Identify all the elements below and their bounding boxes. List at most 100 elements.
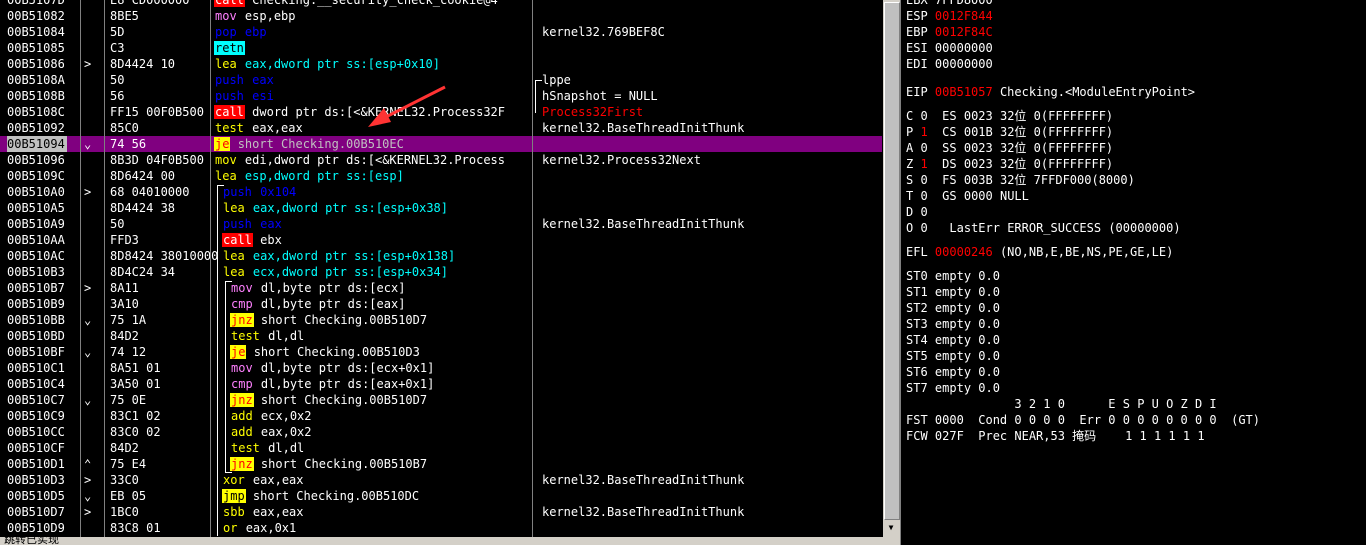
address-cell[interactable]: 00B510AA <box>7 232 65 248</box>
instruction-cell[interactable]: lea eax,dword ptr ss:[esp+0x38] <box>222 200 448 216</box>
flag-segment-row[interactable]: T 0 GS 0000 NULL <box>906 188 1029 204</box>
instruction-cell[interactable]: push esi <box>214 88 274 104</box>
register-efl[interactable]: EFL 00000246 (NO,NB,E,BE,NS,PE,GE,LE) <box>906 244 1173 260</box>
disasm-row[interactable]: 00B510CC 83C0 02 add eax,0x2 <box>0 424 882 440</box>
instruction-cell[interactable]: sbb eax,eax <box>222 504 304 520</box>
disasm-row[interactable]: 00B510B7 >8A11 mov dl,byte ptr ds:[ecx] <box>0 280 882 296</box>
address-cell[interactable]: 00B5107D <box>7 0 65 8</box>
instruction-cell[interactable]: push 0x104 <box>222 184 296 200</box>
address-cell[interactable]: 00B510C7 <box>7 392 65 408</box>
fpu-register[interactable]: ST2 empty 0.0 <box>906 300 1000 316</box>
hex-bytes-cell[interactable]: 8A51 01 <box>110 360 161 376</box>
fpu-flags-header[interactable]: 3 2 1 0 E S P U O Z D I <box>906 396 1216 412</box>
address-cell[interactable]: 00B510D7 <box>7 504 65 520</box>
hex-bytes-cell[interactable]: 84D2 <box>110 328 139 344</box>
instruction-cell[interactable]: lea ecx,dword ptr ss:[esp+0x34] <box>222 264 448 280</box>
disasm-row[interactable]: 00B510D9 83C8 01 or eax,0x1 <box>0 520 882 536</box>
flag-segment-row[interactable]: D 0 <box>906 204 942 220</box>
comment-cell[interactable]: kernel32.BaseThreadInitThunk <box>542 216 744 232</box>
instruction-cell[interactable]: jnz short Checking.00B510D7 <box>230 312 427 328</box>
address-cell[interactable]: 00B510A0 <box>7 184 65 200</box>
disasm-row[interactable]: 00B510B3 8D4C24 34 lea ecx,dword ptr ss:[e… <box>0 264 882 280</box>
address-cell[interactable]: 00B51085 <box>7 40 65 56</box>
disasm-row[interactable]: 00B51092 85C0 test eax,eax kernel32.BaseThr… <box>0 120 882 136</box>
disasm-row[interactable]: 00B5108B 56 push esi hSnapshot = NULL <box>0 88 882 104</box>
register-value[interactable]: empty 0.0 <box>935 333 1000 347</box>
fpu-register[interactable]: ST5 empty 0.0 <box>906 348 1000 364</box>
flag-value[interactable]: 1 <box>920 157 927 171</box>
address-cell[interactable]: 00B510D5 <box>7 488 65 504</box>
instruction-cell[interactable]: lea eax,dword ptr ss:[esp+0x138] <box>222 248 455 264</box>
segment-selector[interactable]: 0023 <box>964 109 993 123</box>
fpu-register[interactable]: ST7 empty 0.0 <box>906 380 1000 396</box>
disasm-row[interactable]: 00B51096 8B3D 04F0B500 mov edi,dword ptr d… <box>0 152 882 168</box>
hex-bytes-cell[interactable]: 83C1 02 <box>110 408 161 424</box>
instruction-cell[interactable]: mov dl,byte ptr ds:[ecx+0x1] <box>230 360 434 376</box>
hex-bytes-cell[interactable]: FFD3 <box>110 232 139 248</box>
fpu-status-word[interactable]: FST 0000 Cond 0 0 0 0 Err 0 0 0 0 0 0 0 … <box>906 412 1260 428</box>
comment-cell[interactable]: lppe <box>542 72 571 88</box>
hex-bytes-cell[interactable]: 8D4424 38 <box>110 200 175 216</box>
address-cell[interactable]: 00B51084 <box>7 24 65 40</box>
register-ebp[interactable]: EBP 0012F84C <box>906 24 993 40</box>
registers-pane[interactable]: EBX 7FFD8000 ESP 0012F844 EBP 0012F84C ESI … <box>901 0 1366 545</box>
instruction-cell[interactable]: retn <box>214 40 252 56</box>
hex-bytes-cell[interactable]: 8B3D 04F0B500 <box>110 152 204 168</box>
instruction-cell[interactable]: cmp dl,byte ptr ds:[eax] <box>230 296 405 312</box>
instruction-cell[interactable]: pop ebp <box>214 24 267 40</box>
instruction-cell[interactable]: jmp short Checking.00B510DC <box>222 488 419 504</box>
disasm-row[interactable]: 00B510AA FFD3 call ebx <box>0 232 882 248</box>
hex-bytes-cell[interactable]: 56 <box>110 88 124 104</box>
comment-cell[interactable]: kernel32.Process32Next <box>542 152 701 168</box>
hex-bytes-cell[interactable]: 68 04010000 <box>110 184 189 200</box>
disasm-row[interactable]: 00B510BD 84D2 test dl,dl <box>0 328 882 344</box>
address-cell[interactable]: 00B510CF <box>7 440 65 456</box>
disasm-row[interactable]: 00B510D7 >1BC0 sbb eax,eax kernel32.BaseThr… <box>0 504 882 520</box>
hex-bytes-cell[interactable]: 8D8424 38010000 <box>110 248 218 264</box>
instruction-cell[interactable]: cmp dl,byte ptr ds:[eax+0x1] <box>230 376 434 392</box>
address-cell[interactable]: 00B510D1 <box>7 456 65 472</box>
disasm-row[interactable]: 00B5108A 50 push eax lppe <box>0 72 882 88</box>
flag-value[interactable]: 0 <box>920 205 927 219</box>
disasm-row[interactable]: 00B510C1 8A51 01 mov dl,byte ptr ds:[ecx+0… <box>0 360 882 376</box>
disassembly-pane[interactable]: 00B5107D E8 CD000000 call Checking.__secur… <box>0 0 882 537</box>
instruction-cell[interactable]: je short Checking.00B510EC <box>214 136 404 152</box>
hex-bytes-cell[interactable]: 8BE5 <box>110 8 139 24</box>
instruction-cell[interactable]: mov dl,byte ptr ds:[ecx] <box>230 280 405 296</box>
flag-value[interactable]: 0 <box>920 109 927 123</box>
segment-selector[interactable]: 001B <box>964 125 993 139</box>
register-value[interactable]: 0012F84C <box>935 25 993 39</box>
scroll-down-arrow-icon[interactable]: ▼ <box>884 521 898 535</box>
disasm-row[interactable]: 00B510BF ⌄ 74 12 je short Checking.00B510D3 <box>0 344 882 360</box>
fpu-register[interactable]: ST3 empty 0.0 <box>906 316 1000 332</box>
hex-bytes-cell[interactable]: 84D2 <box>110 440 139 456</box>
instruction-cell[interactable]: push eax <box>214 72 274 88</box>
hex-bytes-cell[interactable]: C3 <box>110 40 124 56</box>
flag-segment-row[interactable]: A 0 SS 0023 32位 0(FFFFFFFF) <box>906 140 1113 156</box>
address-cell[interactable]: 00B510CC <box>7 424 65 440</box>
address-cell[interactable]: 00B51092 <box>7 120 65 136</box>
disasm-row[interactable]: 00B5107D E8 CD000000 call Checking.__secur… <box>0 0 882 8</box>
hex-bytes-cell[interactable]: 75 0E <box>110 392 146 408</box>
hex-bytes-cell[interactable]: 3A50 01 <box>110 376 161 392</box>
address-cell[interactable]: 00B510A9 <box>7 216 65 232</box>
hex-bytes-cell[interactable]: 5D <box>110 24 124 40</box>
hex-bytes-cell[interactable]: 8D6424 00 <box>110 168 175 184</box>
hex-bytes-cell[interactable]: 74 56 <box>110 136 146 152</box>
flag-value[interactable]: 0 <box>920 173 927 187</box>
instruction-cell[interactable]: or eax,0x1 <box>222 520 296 536</box>
address-cell[interactable]: 00B510AC <box>7 248 65 264</box>
flag-segment-row[interactable]: Z 1 DS 0023 32位 0(FFFFFFFF) <box>906 156 1113 172</box>
address-cell[interactable]: 00B510B3 <box>7 264 65 280</box>
disasm-row[interactable]: 00B51084 5D pop ebp kernel32.769BEF8C <box>0 24 882 40</box>
register-value[interactable]: 00B51057 <box>935 85 993 99</box>
disasm-row[interactable]: 00B510D1 ⌃ 75 E4 jnz short Checking.00B510B… <box>0 456 882 472</box>
comment-cell[interactable]: kernel32.BaseThreadInitThunk <box>542 120 744 136</box>
hex-bytes-cell[interactable]: 75 1A <box>110 312 146 328</box>
hex-bytes-cell[interactable]: 8A11 <box>110 280 139 296</box>
disasm-row[interactable]: 00B51082 8BE5 mov esp,ebp <box>0 8 882 24</box>
disasm-row[interactable]: 00B510D3 >33C0 xor eax,eax kernel32.BaseThr… <box>0 472 882 488</box>
disasm-row[interactable]: 00B510A0 >68 04010000 push 0x104 <box>0 184 882 200</box>
instruction-cell[interactable]: mov edi,dword ptr ds:[<&KERNEL32.Process <box>214 152 505 168</box>
disasm-row[interactable]: 00B51086 >8D4424 10 lea eax,dword ptr ss:[… <box>0 56 882 72</box>
